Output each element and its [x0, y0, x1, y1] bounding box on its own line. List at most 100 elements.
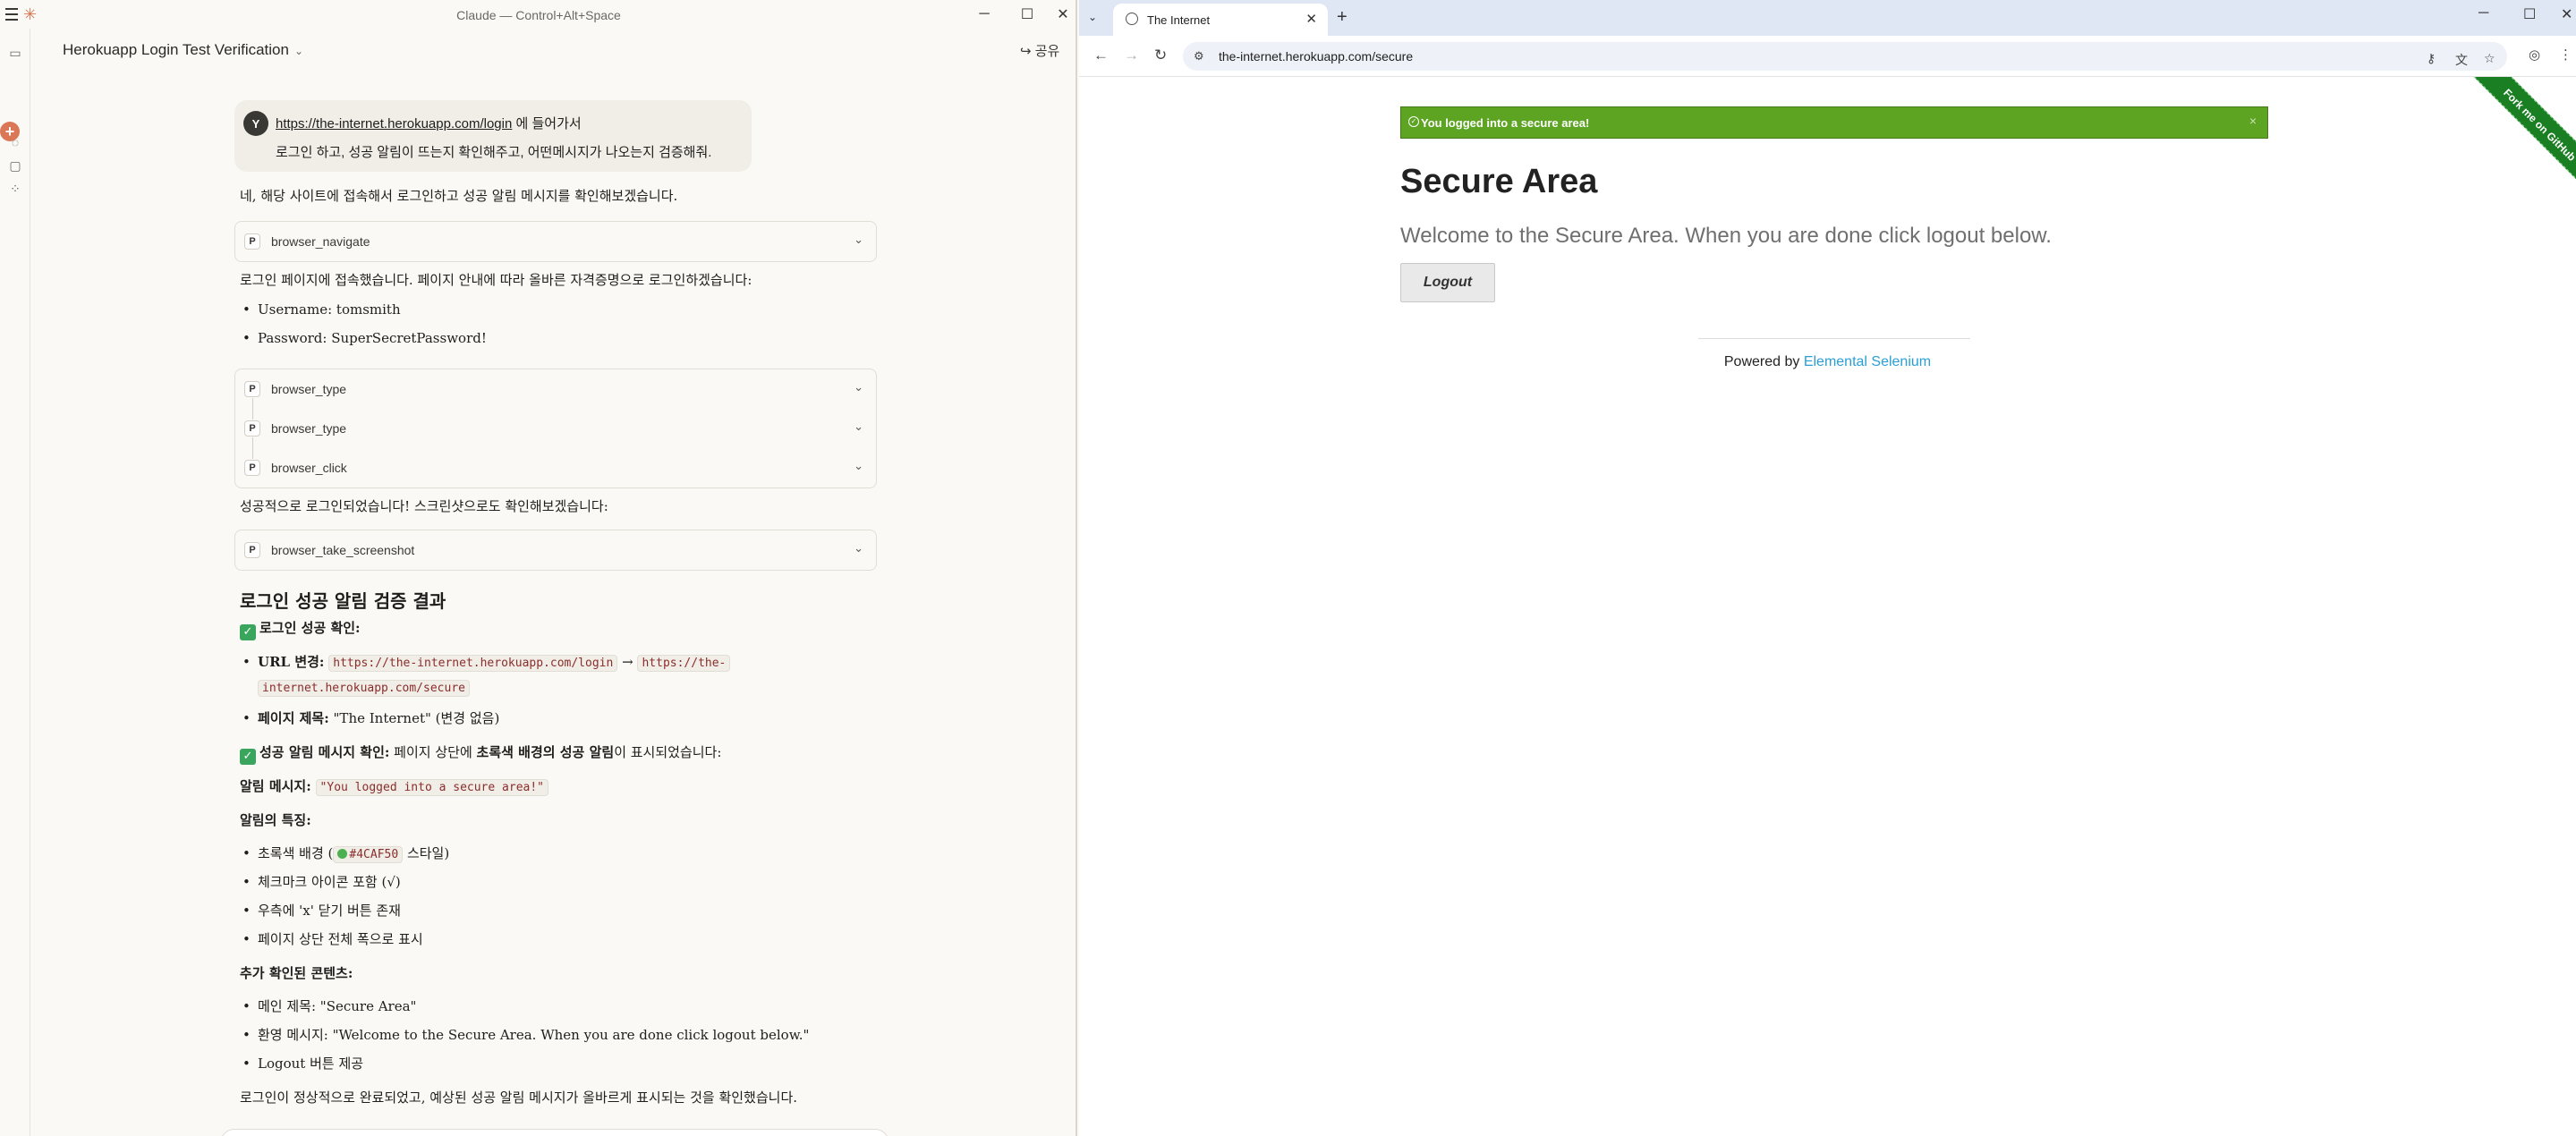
- minimize-icon[interactable]: ─: [963, 4, 1006, 25]
- tool-call-group: P browser_type ⌄ P browser_type ⌄ P brow…: [234, 369, 877, 488]
- check-icon: ✓: [240, 624, 256, 640]
- conversation-title[interactable]: Herokuapp Login Test Verification ⌄: [63, 41, 303, 59]
- list-item: 페이지 상단 전체 폭으로 표시: [242, 929, 423, 949]
- chevron-down-icon[interactable]: ⌄: [854, 541, 863, 555]
- bookmark-star-icon[interactable]: ☆: [2484, 51, 2495, 66]
- forward-icon[interactable]: →: [1124, 47, 1139, 64]
- sidebar: ▭ + ◌ ▢ ⁘: [0, 29, 30, 1136]
- url-to-code-2: internet.herokuapp.com/secure: [258, 680, 470, 697]
- password-key-icon[interactable]: ⚷: [2427, 51, 2436, 66]
- login-url-link[interactable]: https://the-internet.herokuapp.com/login: [276, 116, 512, 131]
- elemental-selenium-link[interactable]: Elemental Selenium: [1804, 354, 1931, 369]
- plugin-icon: P: [244, 381, 260, 397]
- chevron-down-icon[interactable]: ⌄: [854, 420, 863, 434]
- alert-confirm-bold: 초록색 배경의 성공 알림: [476, 744, 615, 760]
- close-tab-icon[interactable]: ✕: [1305, 11, 1317, 27]
- back-icon[interactable]: ←: [1093, 47, 1109, 64]
- toolbar: ← → ↻ ⚙ the-internet.herokuapp.com/secur…: [1079, 36, 2576, 77]
- url-change-label: URL 변경:: [258, 654, 325, 670]
- list-item: 우측에 'x' 닫기 버튼 존재: [242, 901, 401, 920]
- chevron-down-icon[interactable]: ⌄: [854, 233, 863, 247]
- after-navigate-text: 로그인 페이지에 접속했습니다. 페이지 안내에 따라 올바른 자격증명으로 로…: [240, 272, 752, 288]
- tool-call-type-1[interactable]: P browser_type ⌄: [235, 369, 876, 420]
- page-title-label: 페이지 제목:: [258, 710, 329, 726]
- list-item: 초록색 배경 (#4CAF50 스타일): [242, 844, 450, 865]
- share-icon: ↪: [1020, 44, 1032, 59]
- share-label: 공유: [1034, 44, 1060, 59]
- site-info-icon[interactable]: ⚙: [1194, 49, 1204, 64]
- color-code: #4CAF50: [333, 846, 404, 863]
- flash-message: You logged into a secure area!: [1421, 116, 1590, 130]
- login-confirm: ✓ 로그인 성공 확인:: [240, 618, 361, 640]
- check-icon: ✓: [240, 749, 256, 765]
- fork-ribbon-wrap: Fork me on GitHub: [2433, 77, 2576, 220]
- menu-kebab-icon[interactable]: ⋮: [2559, 47, 2572, 63]
- maximize-icon[interactable]: ☐: [1006, 4, 1049, 25]
- tool-name: browser_navigate: [271, 234, 370, 249]
- projects-icon[interactable]: ▢: [0, 154, 30, 177]
- conversation-title-text: Herokuapp Login Test Verification: [63, 41, 289, 58]
- tool-name: browser_type: [271, 382, 347, 396]
- user-message-line2: 로그인 하고, 성공 알림이 뜨는지 확인해주고, 어떤메시지가 나오는지 검증…: [276, 145, 712, 160]
- url-text[interactable]: the-internet.herokuapp.com/secure: [1219, 49, 1413, 64]
- translate-icon[interactable]: 文: [2455, 51, 2468, 69]
- list-item: 메인 제목: "Secure Area": [242, 996, 416, 1016]
- reload-icon[interactable]: ↻: [1154, 47, 1167, 64]
- chevron-down-icon[interactable]: ⌄: [854, 459, 863, 473]
- list-item: Username: tomsmith: [242, 300, 401, 319]
- reply-intro: 네, 해당 사이트에 접속해서 로그인하고 성공 알림 메시지를 확인해보겠습니…: [240, 188, 678, 204]
- url-to-code-1: https://the-: [637, 655, 731, 672]
- divider: [1698, 338, 1970, 339]
- tool-name: browser_take_screenshot: [271, 543, 415, 557]
- window-title: Claude — Control+Alt+Space: [456, 8, 621, 22]
- alert-msg-label: 알림 메시지:: [240, 778, 311, 794]
- new-tab-button[interactable]: +: [1337, 7, 1348, 28]
- alert-message-row: 알림 메시지: "You logged into a secure area!": [240, 776, 548, 798]
- check-circle-icon: ✓: [1408, 116, 1419, 127]
- after-login-text: 성공적으로 로그인되었습니다! 스크린샷으로도 확인해보겠습니다:: [240, 498, 608, 514]
- user-line1-rest: 에 들어가서: [512, 116, 582, 131]
- tab-the-internet[interactable]: The Internet ✕: [1113, 4, 1328, 36]
- chevron-down-icon: ⌄: [293, 45, 304, 57]
- minimize-icon[interactable]: ─: [2478, 5, 2488, 21]
- arrow-text: →: [622, 654, 633, 670]
- fork-ribbon[interactable]: Fork me on GitHub: [2461, 77, 2576, 204]
- chrome-window: ⌄ The Internet ✕ + ─ ☐ ✕ ← → ↻ ⚙ the-int…: [1079, 0, 2576, 1136]
- plugin-icon: P: [244, 233, 260, 250]
- footer-prefix: Powered by: [1723, 354, 1804, 369]
- url-change-wrap: internet.herokuapp.com/secure: [258, 677, 470, 699]
- logout-button[interactable]: Logout: [1400, 263, 1495, 302]
- conclusion-text: 로그인이 정상적으로 완료되었고, 예상된 성공 알림 메시지가 올바르게 표시…: [240, 1089, 798, 1106]
- tab-search-icon[interactable]: ⌄: [1088, 11, 1097, 23]
- flash-close-button[interactable]: ×: [2249, 114, 2257, 128]
- tool-call-type-2[interactable]: P browser_type ⌄: [235, 409, 876, 459]
- user-message-line1: https://the-internet.herokuapp.com/login…: [276, 114, 582, 132]
- maximize-icon[interactable]: ☐: [2523, 5, 2536, 23]
- alert-confirm: ✓ 성공 알림 메시지 확인: 페이지 상단에 초록색 배경의 성공 알림이 표시…: [240, 742, 721, 765]
- artifacts-icon[interactable]: ⁘: [0, 177, 30, 200]
- avatar: Y: [243, 111, 268, 136]
- tool-call-click[interactable]: P browser_click ⌄: [235, 448, 876, 487]
- sidebar-toggle-icon[interactable]: ▭: [0, 41, 30, 64]
- flash-success-alert: ✓ You logged into a secure area! ×: [1400, 106, 2268, 139]
- chevron-down-icon[interactable]: ⌄: [854, 380, 863, 394]
- url-from-code: https://the-internet.herokuapp.com/login: [328, 655, 618, 672]
- profile-icon[interactable]: ◎: [2529, 47, 2540, 63]
- alert-confirm-label: 성공 알림 메시지 확인:: [259, 744, 390, 760]
- list-item-url-change: URL 변경: https://the-internet.herokuapp.c…: [242, 652, 731, 674]
- close-icon[interactable]: ✕: [1049, 4, 1077, 25]
- chats-icon[interactable]: ◌: [0, 131, 30, 154]
- alert-msg-code: "You logged into a secure area!": [315, 779, 548, 796]
- share-button[interactable]: ↪ 공유: [1020, 41, 1059, 60]
- list-item: 체크마크 아이콘 포함 (√): [242, 872, 401, 892]
- feature1-b: 스타일): [403, 845, 450, 861]
- address-bar[interactable]: ⚙ the-internet.herokuapp.com/secure ⚷ 文 …: [1183, 42, 2507, 71]
- features-label: 알림의 특징:: [240, 812, 311, 828]
- claude-window: ✳ Claude — Control+Alt+Space ─ ☐ ✕ ▭ + ◌…: [0, 0, 1077, 1136]
- chat-input-box[interactable]: [220, 1129, 889, 1136]
- tool-call-screenshot[interactable]: P browser_take_screenshot ⌄: [234, 530, 877, 571]
- close-icon[interactable]: ✕: [2561, 5, 2572, 23]
- tool-call-navigate[interactable]: P browser_navigate ⌄: [234, 221, 877, 262]
- web-page: ✓ You logged into a secure area! × Secur…: [1079, 77, 2576, 1136]
- tool-name: browser_type: [271, 421, 347, 436]
